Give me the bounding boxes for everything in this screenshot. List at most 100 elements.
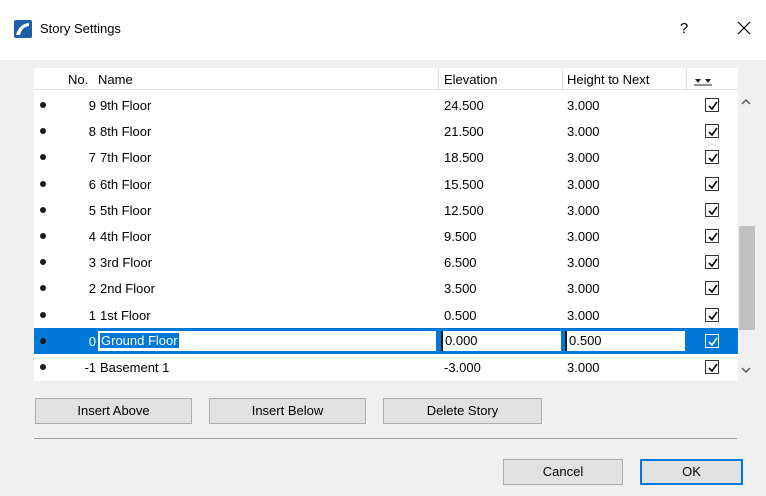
insert-below-button[interactable]: Insert Below [209, 398, 366, 424]
story-height[interactable]: 3.000 [567, 203, 600, 218]
story-bullet-icon [40, 128, 46, 135]
story-name[interactable]: 9th Floor [100, 98, 151, 113]
column-divider[interactable] [438, 68, 439, 90]
show-story-checkbox[interactable] [705, 98, 719, 112]
story-elevation[interactable]: -3.000 [444, 360, 481, 375]
story-bullet-icon [40, 363, 46, 370]
story-number: 0 [88, 333, 96, 349]
cancel-button[interactable]: Cancel [503, 459, 623, 485]
story-height[interactable]: 3.000 [567, 150, 600, 165]
show-story-checkbox[interactable] [705, 150, 719, 165]
story-name[interactable]: 5th Floor [100, 203, 151, 218]
show-story-checkbox[interactable] [705, 176, 719, 191]
dialog-content: No. Name Elevation Height to Next 9 9th … [0, 60, 766, 496]
story-elevation-field[interactable]: 0.000 [441, 330, 561, 351]
delete-story-button[interactable]: Delete Story [383, 398, 542, 424]
story-bullet-icon [40, 180, 46, 187]
story-bullet-icon [40, 285, 46, 292]
show-story-checkbox[interactable] [705, 281, 719, 296]
scroll-up-chevron-icon[interactable] [738, 94, 754, 110]
table-row[interactable]: 8 8th Floor 21.500 3.000 [34, 118, 738, 144]
story-number: 3 [88, 255, 96, 271]
header-name[interactable]: Name [98, 72, 133, 87]
story-elevation[interactable]: 15.500 [444, 177, 484, 192]
show-story-checkbox[interactable] [705, 333, 719, 348]
story-name[interactable]: 4th Floor [100, 229, 151, 244]
close-icon[interactable] [732, 16, 756, 40]
show-story-checkbox[interactable] [705, 307, 719, 322]
show-hide-header-icon[interactable] [694, 75, 726, 90]
story-bullet-icon [40, 259, 46, 266]
story-name[interactable]: 3rd Floor [100, 255, 152, 270]
header-height-to-next[interactable]: Height to Next [567, 72, 649, 87]
vertical-scrollbar[interactable] [738, 90, 755, 381]
window-title: Story Settings [40, 21, 121, 36]
story-elevation[interactable]: 6.500 [444, 255, 477, 270]
show-story-checkbox[interactable] [705, 228, 719, 243]
story-number: -1 [84, 359, 96, 375]
help-button[interactable]: ? [672, 18, 696, 40]
story-name[interactable]: 6th Floor [100, 177, 151, 192]
story-number: 8 [88, 124, 96, 140]
story-bullet-icon [40, 311, 46, 318]
story-number: 1 [88, 307, 96, 323]
table-row[interactable]: -1 Basement 1 -3.000 3.000 [34, 354, 738, 380]
scrollbar-thumb[interactable] [739, 226, 755, 330]
title-bar: Story Settings ? [0, 0, 766, 60]
story-height[interactable]: 3.000 [567, 229, 600, 244]
story-bullet-icon [40, 232, 46, 239]
show-story-checkbox[interactable] [705, 255, 719, 270]
table-row[interactable]: 6 6th Floor 15.500 3.000 [34, 171, 738, 197]
column-divider[interactable] [562, 68, 563, 90]
story-number: 4 [88, 228, 96, 244]
ok-button[interactable]: OK [640, 459, 743, 485]
story-height-field[interactable]: 0.500 [565, 330, 685, 351]
table-row[interactable]: 3 3rd Floor 6.500 3.000 [34, 249, 738, 275]
header-elevation[interactable]: Elevation [444, 72, 497, 87]
story-elevation[interactable]: 3.500 [444, 281, 477, 296]
story-elevation[interactable]: 9.500 [444, 229, 477, 244]
story-height[interactable]: 3.000 [567, 308, 600, 323]
scroll-down-chevron-icon[interactable] [738, 362, 754, 378]
story-name[interactable]: 7th Floor [100, 150, 151, 165]
story-bullet-icon [40, 337, 46, 344]
story-bullet-icon [40, 102, 46, 108]
show-story-checkbox[interactable] [705, 202, 719, 217]
story-name-field[interactable]: Ground Floor [98, 330, 436, 351]
story-elevation[interactable]: 12.500 [444, 203, 484, 218]
story-rows: 9 9th Floor 24.500 3.000 8 8th Floor 21.… [34, 92, 738, 380]
story-height[interactable]: 3.000 [567, 98, 600, 113]
story-name[interactable]: 8th Floor [100, 124, 151, 139]
story-height[interactable]: 3.000 [567, 281, 600, 296]
insert-above-button[interactable]: Insert Above [35, 398, 192, 424]
story-name[interactable]: Basement 1 [100, 360, 169, 375]
story-height[interactable]: 3.000 [567, 177, 600, 192]
table-row[interactable]: 4 4th Floor 9.500 3.000 [34, 223, 738, 249]
column-divider[interactable] [686, 68, 687, 90]
story-height[interactable]: 3.000 [567, 360, 600, 375]
story-name[interactable]: 1st Floor [100, 308, 151, 323]
story-number: 7 [88, 150, 96, 166]
archicad-app-icon [14, 20, 32, 38]
table-row-selected[interactable]: 0 Ground Floor 0.000 0.500 [34, 327, 738, 354]
header-no[interactable]: No. [68, 72, 88, 87]
story-table: No. Name Elevation Height to Next 9 9th … [34, 68, 738, 381]
table-row[interactable]: 5 5th Floor 12.500 3.000 [34, 197, 738, 223]
show-story-checkbox[interactable] [705, 124, 719, 139]
table-row[interactable]: 7 7th Floor 18.500 3.000 [34, 144, 738, 170]
table-row[interactable]: 2 2nd Floor 3.500 3.000 [34, 275, 738, 301]
story-number: 5 [88, 202, 96, 218]
divider [34, 438, 737, 439]
story-height[interactable]: 3.000 [567, 124, 600, 139]
story-elevation[interactable]: 21.500 [444, 124, 484, 139]
story-height[interactable]: 3.000 [567, 255, 600, 270]
story-name[interactable]: 2nd Floor [100, 281, 155, 296]
story-bullet-icon [40, 154, 46, 161]
story-elevation[interactable]: 24.500 [444, 98, 484, 113]
story-number: 9 [88, 98, 96, 113]
show-story-checkbox[interactable] [705, 359, 719, 374]
story-elevation[interactable]: 0.500 [444, 308, 477, 323]
story-elevation[interactable]: 18.500 [444, 150, 484, 165]
table-row[interactable]: 1 1st Floor 0.500 3.000 [34, 302, 738, 328]
table-row[interactable]: 9 9th Floor 24.500 3.000 [34, 92, 738, 118]
